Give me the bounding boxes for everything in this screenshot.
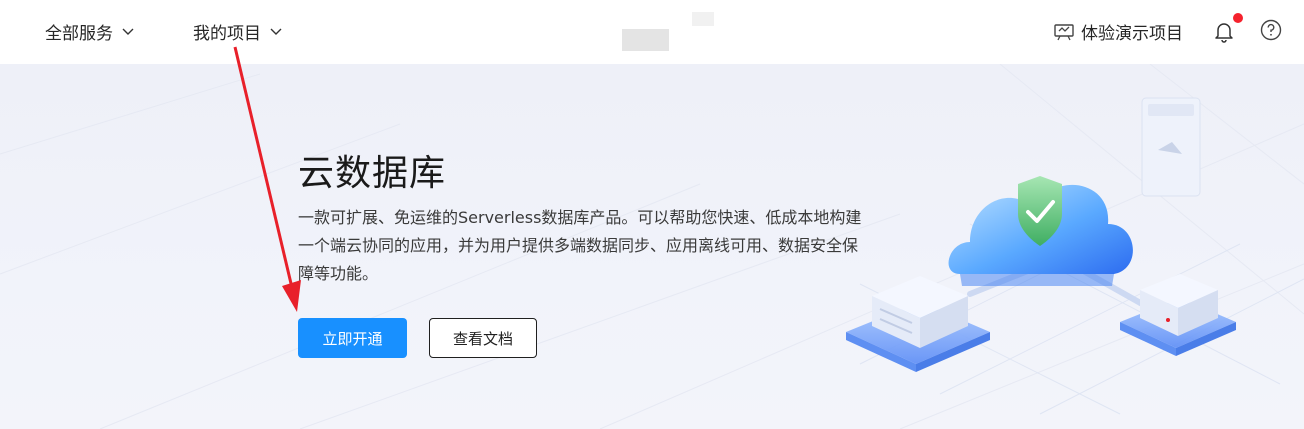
all-services-label: 全部服务 — [45, 23, 113, 44]
activate-now-button[interactable]: 立即开通 — [298, 318, 407, 358]
view-docs-button[interactable]: 查看文档 — [429, 318, 537, 358]
redacted-block — [692, 12, 714, 26]
help-icon[interactable] — [1260, 19, 1282, 41]
hero-banner: 云数据库 一款可扩展、免运维的Serverless数据库产品。可以帮助您快速、低… — [0, 64, 1304, 429]
demo-project-label: 体验演示项目 — [1081, 23, 1183, 44]
redacted-block — [622, 29, 669, 51]
demo-project-link[interactable]: 体验演示项目 — [1053, 18, 1183, 44]
my-projects-label: 我的项目 — [193, 23, 261, 44]
demo-icon — [1054, 24, 1074, 41]
top-nav-bar: 全部服务 我的项目 体验演示项目 — [0, 0, 1304, 64]
bell-icon[interactable] — [1212, 19, 1236, 43]
hero-title: 云数据库 — [298, 153, 447, 194]
all-services-menu[interactable]: 全部服务 — [45, 18, 135, 44]
hero-description: 一款可扩展、免运维的Serverless数据库产品。可以帮助您快速、低成本地构建… — [298, 208, 862, 283]
my-projects-menu[interactable]: 我的项目 — [193, 18, 283, 44]
notification-dot — [1233, 13, 1243, 23]
chevron-down-icon — [270, 28, 282, 35]
cloud-database-illustration — [846, 97, 1304, 415]
chevron-down-icon — [122, 28, 134, 35]
